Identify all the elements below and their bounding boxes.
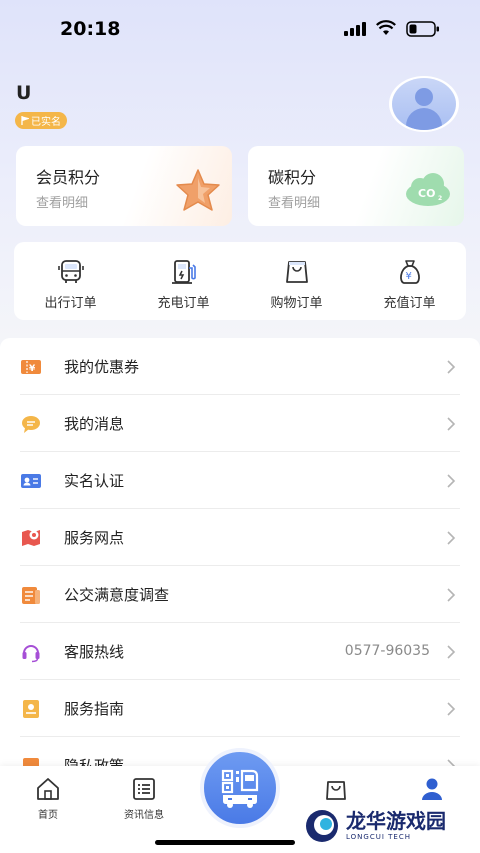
tab-home-label: 首页 [38, 810, 58, 821]
carbon-points-title: 碳积分 [268, 168, 317, 187]
watermark-text: 龙华游戏园 [346, 809, 446, 833]
menu-item-service-guide-label: 服务指南 [64, 700, 125, 718]
bus-qr-code-icon [221, 769, 259, 808]
message-icon [22, 416, 40, 433]
chevron-right-icon [447, 702, 456, 716]
coupon-icon: ¥ [21, 360, 41, 374]
flag-icon [21, 116, 29, 125]
svg-text:¥: ¥ [405, 271, 411, 282]
chevron-right-icon [447, 360, 456, 374]
star-icon [176, 169, 220, 211]
guide-icon [23, 700, 39, 718]
tab-home[interactable]: 首页 [16, 776, 80, 821]
status-time: 20:18 [60, 18, 121, 40]
menu-item-survey-label: 公交满意度调查 [64, 586, 170, 604]
shopping-bag-icon [285, 261, 308, 283]
menu-item-coupons-label: 我的优惠券 [64, 358, 140, 376]
status-bar: 20:18 [0, 0, 480, 56]
charging-pile-icon [171, 260, 196, 284]
battery-icon [406, 21, 439, 37]
orders-panel: 出行订单 充电订单 购物订单 ¥ 充值订单 [14, 242, 466, 320]
user-icon [422, 778, 442, 800]
order-travel-label: 出行订单 [44, 296, 97, 311]
bus-icon [57, 260, 84, 283]
id-card-icon [21, 474, 41, 488]
member-points-detail-link[interactable]: 查看明细 [36, 192, 88, 211]
tab-shop[interactable] [304, 776, 368, 802]
verified-badge: 已实名 [15, 112, 67, 129]
member-points-title: 会员积分 [36, 168, 101, 187]
menu-item-coupons[interactable]: ¥ 我的优惠券 [20, 338, 460, 395]
menu-item-service-points[interactable]: 服务网点 [20, 509, 460, 566]
survey-icon [22, 587, 40, 604]
order-recharge-label: 充值订单 [383, 296, 436, 311]
watermark-subtext: LONGCUI TECH [346, 833, 411, 841]
scan-bus-qr-button[interactable] [200, 748, 280, 828]
menu-item-real-name-label: 实名认证 [64, 472, 125, 490]
verified-badge-label: 已实名 [31, 117, 61, 128]
tab-news-label: 资讯信息 [124, 810, 164, 821]
order-shopping[interactable]: 购物订单 [240, 242, 353, 320]
chevron-right-icon [447, 588, 456, 602]
order-charging-label: 充电订单 [157, 296, 210, 311]
svg-text:2: 2 [438, 195, 442, 202]
chevron-right-icon [447, 417, 456, 431]
menu-item-messages[interactable]: 我的消息 [20, 395, 460, 452]
news-list-icon [133, 778, 155, 800]
carbon-points-detail-link[interactable]: 查看明细 [268, 192, 320, 211]
watermark-logo-icon [306, 810, 338, 842]
username: U [16, 82, 32, 104]
money-bag-icon: ¥ [399, 260, 420, 284]
watermark: 龙华游戏园 LONGCUI TECH [304, 806, 474, 846]
home-indicator [155, 840, 295, 845]
home-icon [37, 778, 59, 800]
wifi-icon [376, 20, 396, 35]
menu-item-messages-label: 我的消息 [64, 415, 125, 433]
order-travel[interactable]: 出行订单 [14, 242, 127, 320]
user-avatar-icon [392, 78, 456, 130]
avatar[interactable] [389, 76, 459, 132]
tab-mine[interactable] [400, 776, 464, 802]
menu-item-hotline-label: 客服热线 [64, 643, 125, 661]
map-pin-icon [22, 530, 40, 546]
shopping-bag-icon [326, 781, 346, 800]
chevron-right-icon [447, 531, 456, 545]
cellular-signal-icon [344, 22, 368, 36]
menu-item-real-name[interactable]: 实名认证 [20, 452, 460, 509]
chevron-right-icon [447, 645, 456, 659]
menu-item-hotline[interactable]: 客服热线 0577-96035 [20, 623, 460, 680]
order-charging[interactable]: 充电订单 [127, 242, 240, 320]
order-shopping-label: 购物订单 [270, 296, 323, 311]
chevron-right-icon [447, 474, 456, 488]
order-recharge[interactable]: ¥ 充值订单 [353, 242, 466, 320]
carbon-points-card[interactable]: 碳积分 查看明细 CO 2 [248, 146, 464, 226]
headset-icon [22, 645, 40, 663]
menu-item-survey[interactable]: 公交满意度调查 [20, 566, 460, 623]
hotline-number[interactable]: 0577-96035 [345, 643, 430, 659]
menu-item-service-points-label: 服务网点 [64, 529, 125, 547]
svg-text:¥: ¥ [29, 364, 36, 374]
member-points-card[interactable]: 会员积分 查看明细 [16, 146, 232, 226]
tab-news[interactable]: 资讯信息 [112, 776, 176, 821]
svg-text:CO: CO [418, 187, 435, 200]
co2-cloud-icon: CO 2 [406, 173, 450, 206]
settings-menu: ¥ 我的优惠券 我的消息 实名认证 服务网点 公交满意度调查 客服热线 0577… [0, 338, 480, 778]
menu-item-service-guide[interactable]: 服务指南 [20, 680, 460, 737]
